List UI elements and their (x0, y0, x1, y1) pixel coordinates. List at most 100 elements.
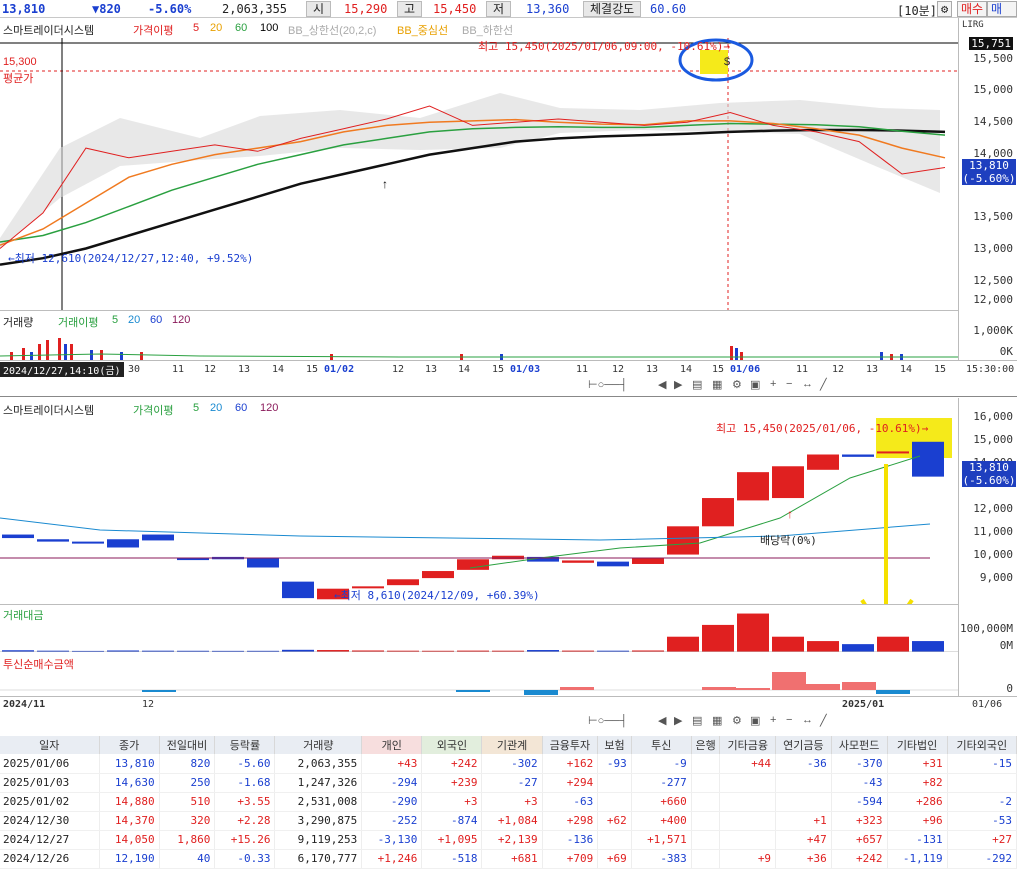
table-row[interactable]: 2025/01/03 14,630 250 -1.68 1,247,326 -294 +23… (0, 773, 1017, 793)
column-header[interactable]: 보험 (597, 736, 632, 754)
zoom-out-icon[interactable]: − (786, 378, 792, 390)
chart-type-icon[interactable]: ▤ (692, 378, 702, 391)
scroll-slider-icon[interactable]: ⊢○──┤ (588, 714, 628, 727)
column-header[interactable]: 사모펀드 (831, 736, 888, 754)
sell-button[interactable]: 매도 (987, 1, 1017, 30)
volume-y-axis: 1,000K 0K (958, 310, 1017, 360)
table-cell: -874 (421, 811, 483, 831)
prev-icon[interactable]: ◀ (658, 714, 666, 727)
expand-icon[interactable]: ▣ (750, 714, 760, 727)
next-icon[interactable]: ▶ (674, 378, 682, 391)
volume-value: 2,063,355 (222, 2, 288, 16)
chart-type-icon[interactable]: ▤ (692, 714, 702, 727)
high-label: 고 (397, 1, 423, 17)
last-pct: (-5.60%) (962, 172, 1016, 185)
y-tick: 12,000 (973, 502, 1013, 515)
chart1-price-panel[interactable]: $ ↑ (0, 38, 958, 310)
column-header[interactable]: 투신 (631, 736, 692, 754)
draw-line-icon[interactable]: ╱ (820, 378, 827, 391)
column-header[interactable]: 일자 (0, 736, 100, 754)
table-cell: 14,370 (99, 811, 160, 831)
table-cell: -292 (947, 849, 1017, 869)
zoom-in-icon[interactable]: + (770, 714, 776, 726)
table-cell: 40 (159, 849, 216, 869)
table-row[interactable]: 2025/01/02 14,880 510 +3.55 2,531,008 -290 +3 +… (0, 792, 1017, 812)
column-header[interactable]: 기타법인 (887, 736, 948, 754)
table-cell: 2025/01/02 (0, 792, 100, 812)
zoom-out-icon[interactable]: − (786, 714, 792, 726)
chart2-ma-label: 가격이평 (133, 405, 174, 417)
gear-icon[interactable]: ⚙ (937, 1, 953, 17)
svg-text:↑: ↑ (787, 507, 793, 521)
table-cell: +1,571 (631, 830, 692, 850)
chart2-x-axis: 2024/11 12 2025/01 01/06 (0, 696, 1017, 712)
x-label: 01/06 (730, 364, 761, 375)
low-value: 13,360 (526, 2, 570, 16)
candle (702, 498, 734, 527)
chart1-high-annotation: 최고 15,450(2025/01/06,09:00, -10.61%)→ (478, 40, 731, 53)
dividend-annotation: 배당락(0%) (760, 534, 817, 547)
candle (142, 534, 174, 541)
trust-bars (0, 672, 958, 695)
settings-icon[interactable]: ⚙ (732, 378, 742, 391)
table-cell: +239 (421, 773, 483, 793)
table-row[interactable]: 2024/12/30 14,370 320 +2.28 3,290,875 -252 -87… (0, 811, 1017, 831)
strength-value: 60.60 (650, 2, 687, 16)
expand-icon[interactable]: ▣ (750, 378, 760, 391)
chart1-legend: 스마트레이더시스템 가격이평 5 20 60 100 BB_상한선(20,2,c… (0, 20, 958, 38)
table-cell (691, 811, 721, 831)
column-header[interactable]: 종가 (99, 736, 160, 754)
crosshair-icon[interactable]: ↔ (802, 378, 813, 390)
chart2-ma60: 60 (235, 402, 248, 414)
column-header[interactable]: 기타외국인 (947, 736, 1017, 754)
column-header[interactable]: 기관계 (481, 736, 543, 754)
trust-tick: 0 (1006, 682, 1013, 695)
column-header[interactable]: 등락률 (214, 736, 276, 754)
x-label: 2025/01 (842, 699, 885, 710)
ma100-label: 100 (260, 22, 279, 34)
cursor-time: 2024/12/27,14:10(금) (0, 362, 124, 377)
zoom-in-icon[interactable]: + (770, 378, 776, 390)
table-cell: +31 (887, 754, 948, 774)
table-cell: 2,063,355 (274, 754, 363, 774)
bb-lower-label: BB_하한선 (462, 25, 514, 37)
candle (632, 558, 664, 564)
table-row[interactable]: 2024/12/26 12,190 40 -0.33 6,170,777 +1,246 -5… (0, 849, 1017, 869)
prev-icon[interactable]: ◀ (658, 378, 666, 391)
column-header[interactable]: 거래량 (274, 736, 363, 754)
chart1-title: 스마트레이더시스템 (3, 25, 95, 37)
svg-text:$: $ (724, 56, 730, 68)
y-tick: 15,500 (973, 52, 1013, 65)
column-header[interactable]: 은행 (691, 736, 721, 754)
draw-line-icon[interactable]: ╱ (820, 714, 827, 727)
y-tick: 12,000 (973, 293, 1013, 306)
table-row[interactable]: 2024/12/27 14,050 1,860 +15.26 9,119,253 -3,1… (0, 830, 1017, 850)
column-header[interactable]: 기타금융 (719, 736, 777, 754)
column-header[interactable]: 연기금등 (775, 736, 832, 754)
table-cell: +3 (421, 792, 483, 812)
column-header[interactable]: 전일대비 (159, 736, 216, 754)
bb-mid-label: BB_중심선 (397, 25, 449, 37)
scroll-slider-icon[interactable]: ⊢○──┤ (588, 378, 628, 391)
table-cell: +3.55 (214, 792, 276, 812)
table-cell: 510 (159, 792, 216, 812)
column-header[interactable]: 금융투자 (542, 736, 599, 754)
table-cell: -383 (631, 849, 692, 869)
table-row[interactable]: 2025/01/06 13,810 820 -5.60 2,063,355 +43 +242… (0, 754, 1017, 774)
indicator-icon[interactable]: ▦ (712, 714, 722, 727)
strength-label: 체결강도 (583, 1, 642, 17)
amount-bars (0, 613, 958, 652)
amount-bar (912, 641, 944, 652)
buy-button[interactable]: 매수 (957, 1, 988, 17)
indicator-icon[interactable]: ▦ (712, 378, 722, 391)
chart2-candles[interactable]: ↑ (0, 418, 958, 604)
next-icon[interactable]: ▶ (674, 714, 682, 727)
crosshair-icon[interactable]: ↔ (802, 714, 813, 726)
ma5-label: 5 (193, 22, 200, 34)
table-cell: 2025/01/03 (0, 773, 100, 793)
settings-icon[interactable]: ⚙ (732, 714, 742, 727)
table-cell: +47 (775, 830, 832, 850)
column-header[interactable]: 개인 (361, 736, 423, 754)
column-header[interactable]: 외국인 (421, 736, 483, 754)
interval-selector[interactable]: [10분] (897, 2, 937, 19)
